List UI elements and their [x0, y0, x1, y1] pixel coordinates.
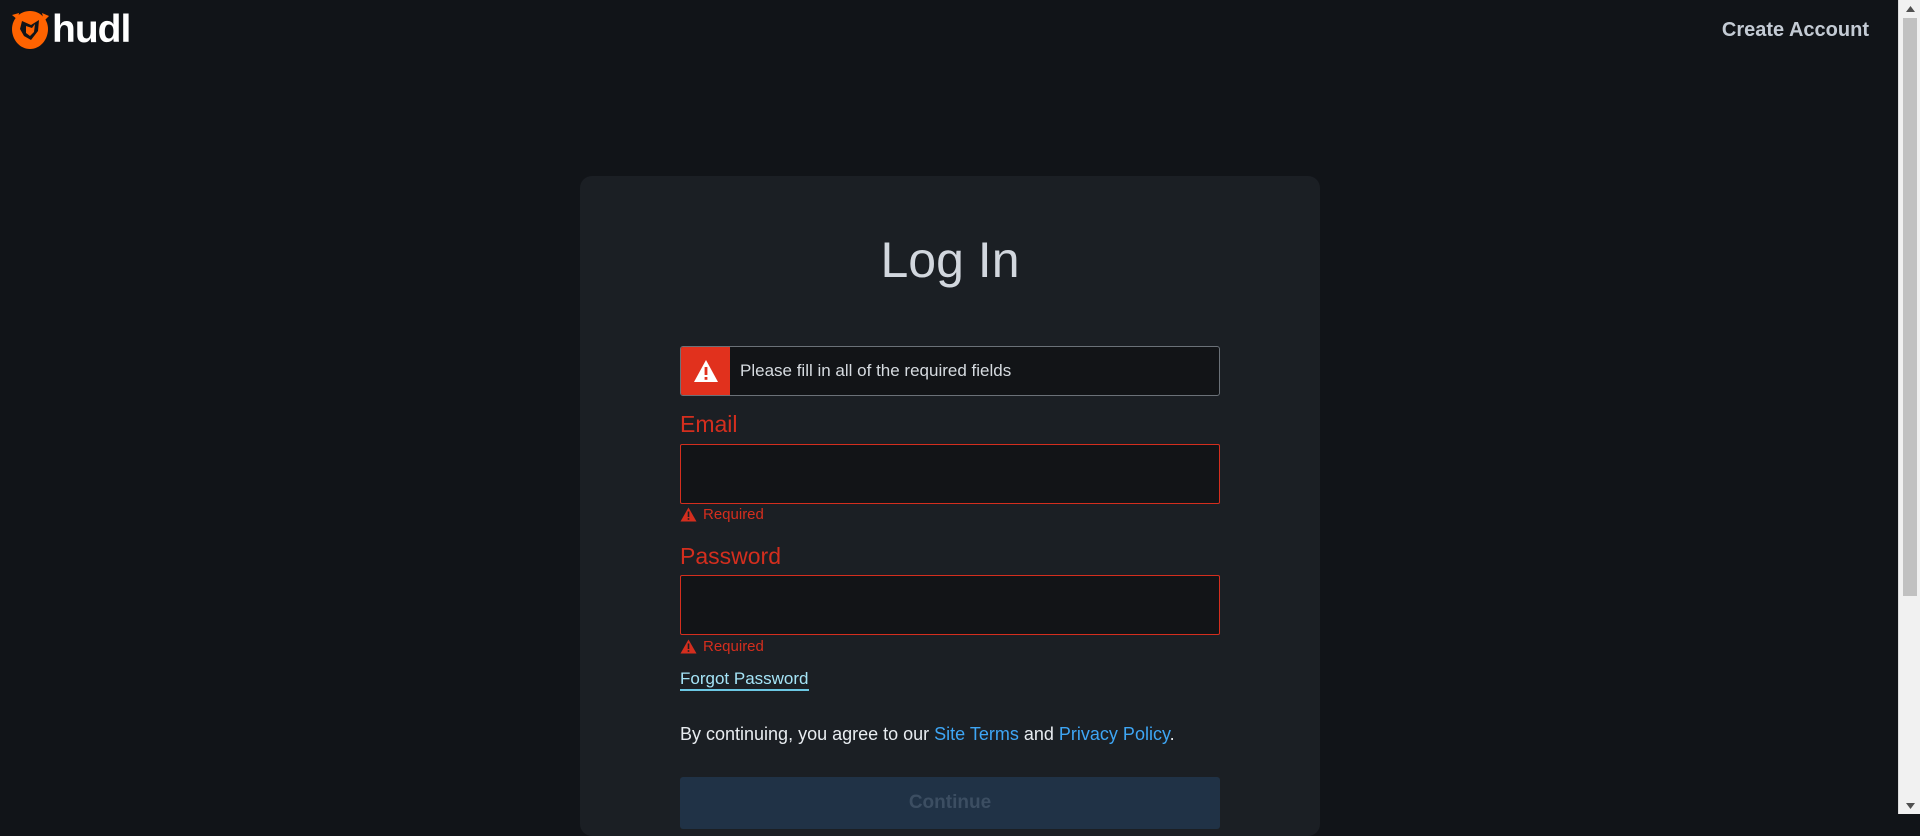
warning-icon — [680, 507, 697, 522]
brand-name: hudl — [52, 8, 131, 51]
email-field[interactable] — [680, 444, 1220, 504]
create-account-link[interactable]: Create Account — [1722, 19, 1869, 42]
email-required-text: Required — [703, 506, 764, 523]
forgot-password-link[interactable]: Forgot Password — [680, 669, 809, 691]
hudl-logo-icon — [12, 11, 49, 49]
login-card: Log In Please fill in all of the require… — [580, 176, 1320, 836]
alert-icon-box — [681, 347, 730, 395]
warning-icon — [680, 639, 697, 654]
terms-prefix: By continuing, you agree to our — [680, 724, 935, 744]
terms-suffix: . — [1169, 724, 1175, 744]
hudl-logo[interactable]: hudl — [9, 8, 131, 51]
alert-message: Please fill in all of the required field… — [740, 361, 1012, 380]
error-alert: Please fill in all of the required field… — [680, 346, 1220, 396]
password-required-message: Required — [680, 638, 764, 655]
vertical-scrollbar[interactable] — [1898, 0, 1920, 814]
site-terms-link[interactable]: Site Terms — [934, 724, 1019, 744]
scroll-up-arrow-icon[interactable] — [1899, 0, 1920, 17]
terms-notice: By continuing, you agree to our Site Ter… — [680, 724, 1175, 745]
password-field[interactable] — [680, 575, 1220, 635]
email-label: Email — [680, 411, 738, 437]
continue-button[interactable]: Continue — [680, 777, 1220, 829]
scroll-down-arrow-icon[interactable] — [1899, 797, 1920, 814]
terms-middle: and — [1018, 724, 1059, 744]
password-required-text: Required — [703, 638, 764, 655]
privacy-policy-link[interactable]: Privacy Policy — [1059, 724, 1170, 744]
page-title: Log In — [880, 232, 1020, 288]
email-required-message: Required — [680, 506, 764, 523]
password-label: Password — [680, 543, 781, 569]
scrollbar-thumb[interactable] — [1903, 18, 1917, 596]
warning-icon — [693, 360, 718, 382]
top-bar: hudl Create Account — [0, 0, 1898, 60]
